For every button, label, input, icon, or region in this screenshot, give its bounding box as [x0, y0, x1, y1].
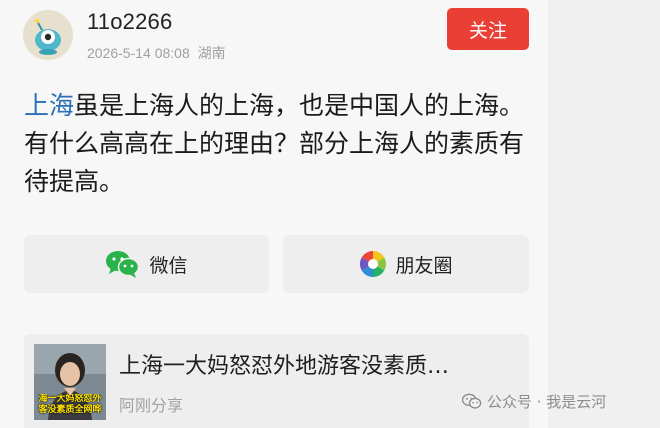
avatar[interactable] — [23, 10, 73, 60]
page: 11o2266 2026-5-14 08:08 湖南 关注 上海虽是上海人的上海… — [0, 0, 660, 428]
post-text-body: 虽是上海人的上海，也是中国人的上海。有什么高高在上的理由？部分上海人的素质有待提… — [24, 91, 525, 196]
watermark: 公众号 · 我是云河 — [462, 391, 606, 412]
post-meta: 2026-5-14 08:08 湖南 — [87, 43, 226, 63]
post-card: 11o2266 2026-5-14 08:08 湖南 关注 上海虽是上海人的上海… — [0, 0, 548, 428]
post-location: 湖南 — [197, 45, 226, 61]
thumbnail-caption-line-2: 客没素质全网哗 — [38, 405, 102, 415]
topic-link[interactable]: 上海 — [24, 91, 74, 120]
video-subtitle: 阿刚分享 — [119, 396, 184, 415]
watermark-text: 公众号 · 我是云河 — [487, 393, 607, 411]
thumbnail-caption-line-1: 海一大妈怒怼外 — [38, 394, 102, 404]
moments-icon — [359, 250, 387, 278]
wechat-watermark-icon — [462, 393, 482, 410]
video-title[interactable]: 上海一大妈怒怼外地游客没素质… — [119, 348, 449, 380]
post-timestamp: 2026-5-14 08:08 — [87, 45, 190, 61]
alien-avatar-icon — [23, 10, 73, 60]
video-card[interactable]: 海一大妈怒怼外 客没素质全网哗 上海一大妈怒怼外地游客没素质… 阿刚分享 — [24, 334, 529, 428]
username[interactable]: 11o2266 — [87, 9, 172, 35]
share-wechat-label: 微信 — [149, 254, 188, 277]
thumbnail-caption: 海一大妈怒怼外 客没素质全网哗 — [34, 394, 106, 416]
share-wechat-button[interactable]: 微信 — [24, 235, 269, 293]
wechat-icon — [105, 249, 141, 279]
share-moments-button[interactable]: 朋友圈 — [283, 235, 529, 293]
right-background — [548, 0, 660, 428]
follow-button[interactable]: 关注 — [447, 8, 529, 50]
share-moments-label: 朋友圈 — [395, 254, 453, 277]
post-text: 上海虽是上海人的上海，也是中国人的上海。有什么高高在上的理由？部分上海人的素质有… — [24, 87, 539, 201]
video-thumbnail[interactable]: 海一大妈怒怼外 客没素质全网哗 — [34, 344, 106, 420]
